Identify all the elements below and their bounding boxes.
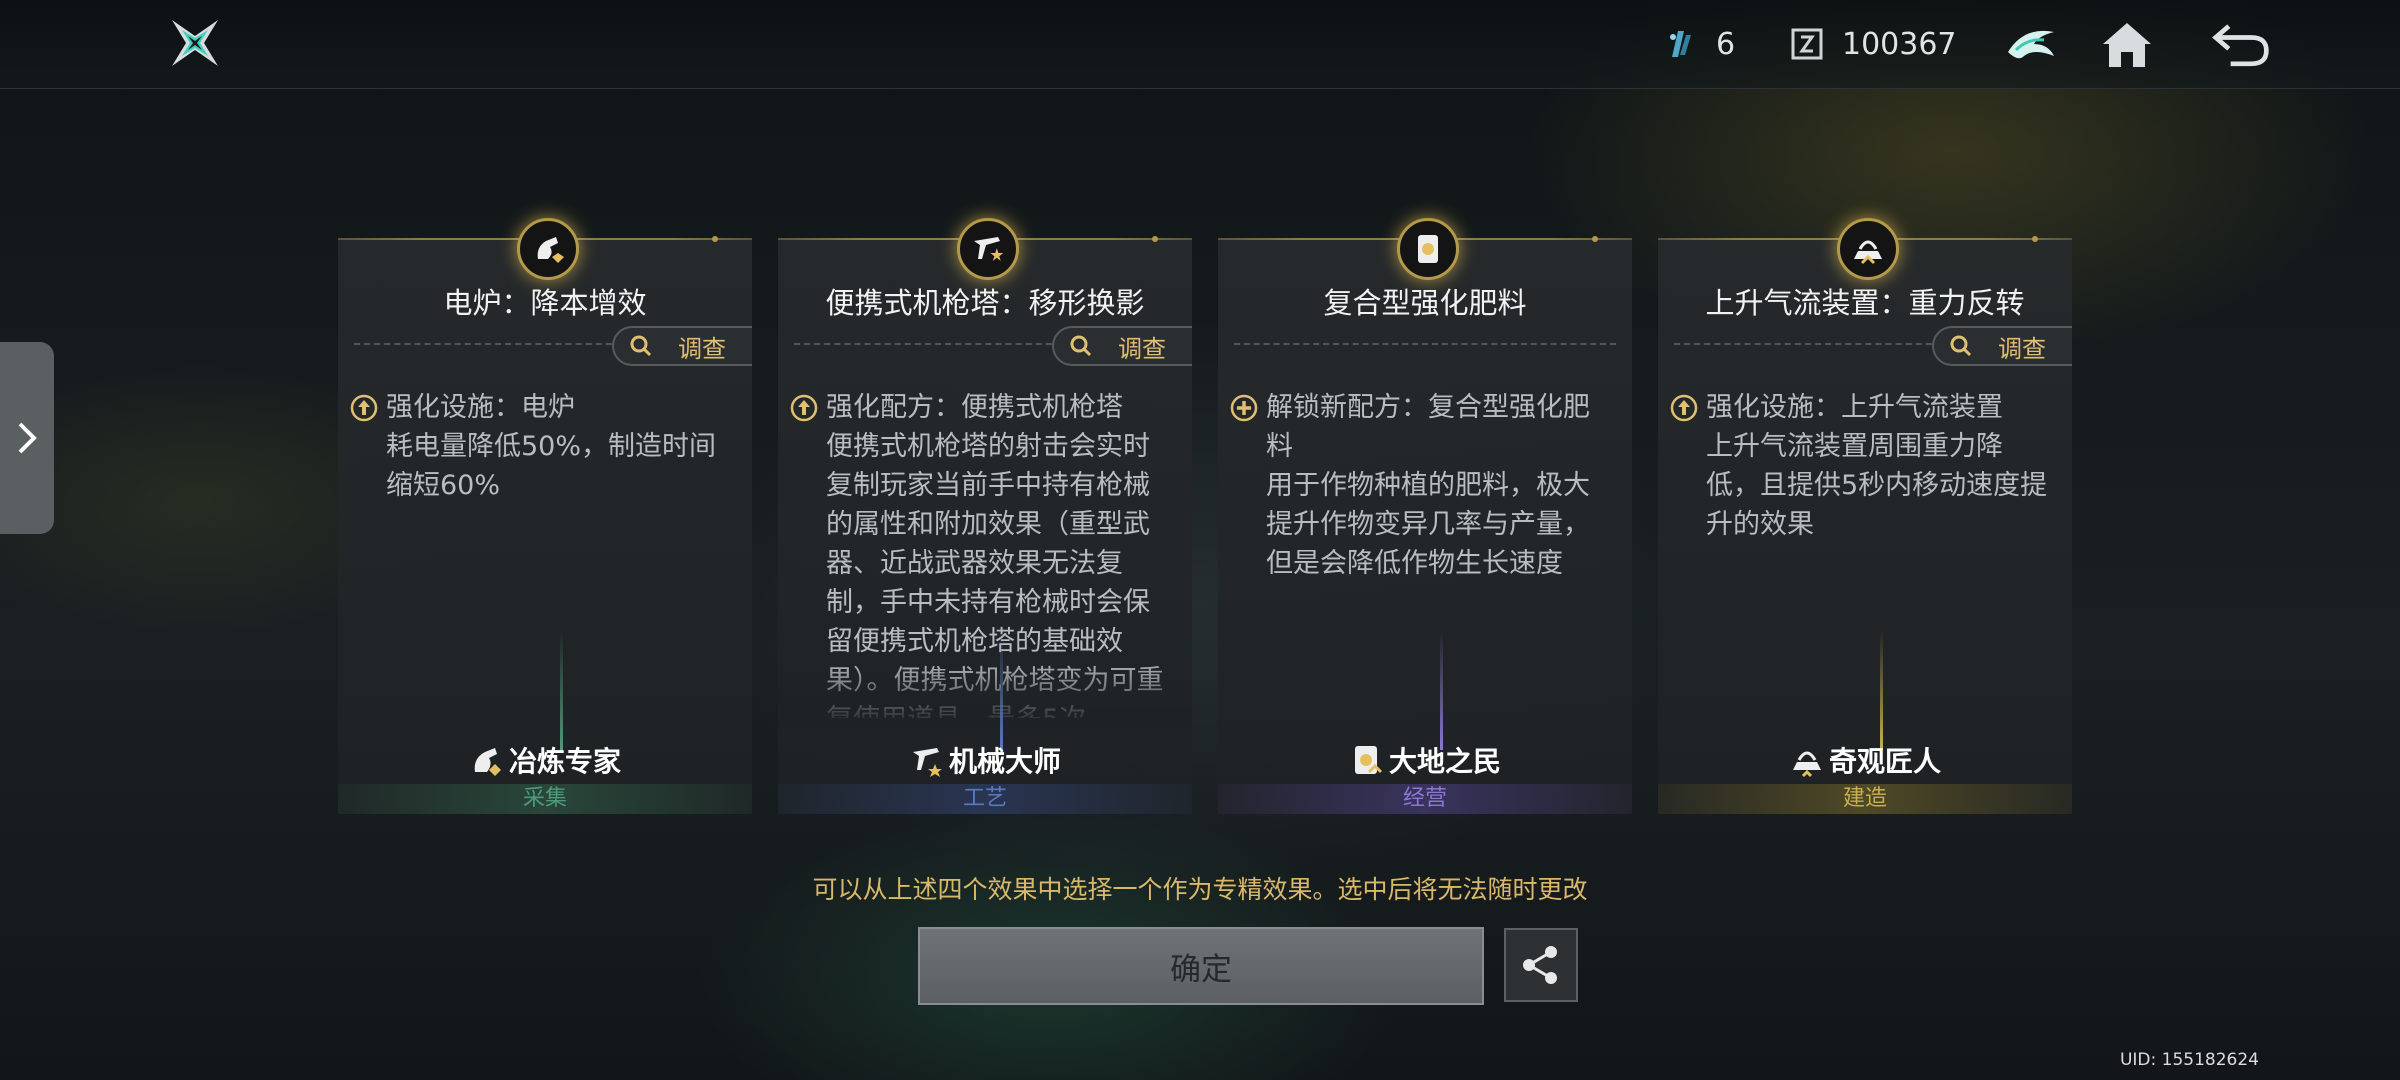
upgrade-icon xyxy=(1670,394,1698,422)
card-light-beam xyxy=(560,630,563,750)
text-fade xyxy=(778,658,1192,728)
confirm-button[interactable]: 确定 xyxy=(918,927,1484,1005)
specialization-card-crafting[interactable]: 便携式机枪塔：移形换影 调查 强化配方：便携式机枪塔 便携式机枪塔的射击会实时复… xyxy=(778,218,1192,814)
role-name: 奇观匠人 xyxy=(1828,745,1941,778)
category-label: 工艺 xyxy=(778,784,1192,814)
category-label: 建造 xyxy=(1658,784,2072,814)
investigate-label: 调查 xyxy=(1118,334,1166,363)
card-effect: 强化设施：电炉 耗电量降低50%，制造时间缩短60% xyxy=(350,388,736,718)
role-label: 奇观匠人 xyxy=(1658,740,2072,780)
category-label: 经营 xyxy=(1218,784,1632,814)
card-light-beam xyxy=(1000,630,1003,750)
card-divider xyxy=(354,343,632,345)
card-title: 便携式机枪塔：移形换影 xyxy=(825,286,1145,320)
card-title: 复合型强化肥料 xyxy=(1323,286,1527,320)
effect-line-2: 上升气流装置周围重力降低，且提供5秒内移动速度提升的效果 xyxy=(1706,431,2048,540)
game-logo-icon[interactable] xyxy=(168,16,222,70)
search-icon xyxy=(1950,335,1972,357)
selection-notice: 可以从上述四个效果中选择一个作为专精效果。选中后将无法随时更改 xyxy=(812,875,1588,904)
effect-line-1: 强化设施：电炉 xyxy=(386,392,575,423)
investigate-button[interactable]: 调查 xyxy=(1932,326,2072,366)
effect-line-1: 强化设施：上升气流装置 xyxy=(1706,392,2003,423)
card-decor-dot xyxy=(1592,236,1598,242)
card-decor-dot xyxy=(712,236,718,242)
currency-icon xyxy=(1790,27,1824,61)
user-id: UID: 155182624 xyxy=(2119,1050,2259,1070)
emblem-icon[interactable] xyxy=(2000,14,2062,76)
upgrade-icon xyxy=(790,394,818,422)
card-light-beam xyxy=(1440,630,1443,750)
earth-folk-icon xyxy=(1354,746,1383,774)
updraft-badge-icon xyxy=(1837,218,1899,280)
effect-line-1: 强化配方：便携式机枪塔 xyxy=(826,392,1123,423)
card-divider xyxy=(1234,343,1616,345)
role-label: 大地之民 xyxy=(1218,740,1632,780)
share-button[interactable] xyxy=(1504,928,1578,1002)
card-decor-dot xyxy=(1152,236,1158,242)
furnace-badge-icon xyxy=(517,218,579,280)
role-name: 大地之民 xyxy=(1388,745,1501,778)
investigate-button[interactable]: 调查 xyxy=(612,326,752,366)
currency-counter: 100367 xyxy=(1790,22,1957,66)
crystal-count: 6 xyxy=(1716,26,1736,62)
card-divider xyxy=(1674,343,1952,345)
unlock-plus-icon xyxy=(1230,394,1258,422)
crystal-icon xyxy=(1664,27,1698,61)
upgrade-icon xyxy=(350,394,378,422)
effect-line-1: 解锁新配方：复合型强化肥料 xyxy=(1266,392,1590,462)
chevron-right-icon xyxy=(18,422,37,454)
side-expand-tab[interactable] xyxy=(0,342,54,534)
role-label: 冶炼专家 xyxy=(338,740,752,780)
investigate-button[interactable]: 调查 xyxy=(1052,326,1192,366)
wonder-artisan-icon xyxy=(1792,751,1821,778)
back-arrow-icon[interactable] xyxy=(2210,14,2272,76)
home-icon[interactable] xyxy=(2096,14,2158,76)
effect-line-2: 耗电量降低50%，制造时间缩短60% xyxy=(386,431,717,501)
card-title: 电炉：降本增效 xyxy=(443,286,647,320)
card-light-beam xyxy=(1880,630,1883,750)
effect-line-2: 用于作物种植的肥料，极大提升作物变异几率与产量，但是会降低作物生长速度 xyxy=(1266,470,1590,579)
currency-count: 100367 xyxy=(1842,26,1957,62)
crystal-counter: 6 xyxy=(1664,22,1735,66)
share-icon xyxy=(1523,946,1557,984)
investigate-label: 调查 xyxy=(678,334,726,363)
smelting-expert-icon xyxy=(474,748,501,776)
card-effect: 解锁新配方：复合型强化肥料 用于作物种植的肥料，极大提升作物变异几率与产量，但是… xyxy=(1230,388,1616,718)
category-label: 采集 xyxy=(338,784,752,814)
role-label: 机械大师 xyxy=(778,740,1192,780)
specialization-card-management[interactable]: 复合型强化肥料 解锁新配方：复合型强化肥料 用于作物种植的肥料，极大提升作物变异… xyxy=(1218,218,1632,814)
card-effect: 强化设施：上升气流装置 上升气流装置周围重力降低，且提供5秒内移动速度提升的效果 xyxy=(1670,388,2056,718)
mechanic-master-icon xyxy=(912,748,942,777)
search-icon xyxy=(1070,335,1092,357)
role-name: 机械大师 xyxy=(948,745,1061,778)
specialization-card-smelting[interactable]: 电炉：降本增效 调查 强化设施：电炉 耗电量降低50%，制造时间缩短60% 冶炼… xyxy=(338,218,752,814)
top-bar: 6 100367 xyxy=(0,0,2400,89)
card-title: 上升气流装置：重力反转 xyxy=(1705,286,2025,320)
search-icon xyxy=(630,335,652,357)
card-divider xyxy=(794,343,1072,345)
turret-badge-icon xyxy=(957,218,1019,280)
specialization-card-building[interactable]: 上升气流装置：重力反转 调查 强化设施：上升气流装置 上升气流装置周围重力降低，… xyxy=(1658,218,2072,814)
role-name: 冶炼专家 xyxy=(508,745,621,778)
fertilizer-badge-icon xyxy=(1397,218,1459,280)
investigate-label: 调查 xyxy=(1998,334,2046,363)
card-decor-dot xyxy=(2032,236,2038,242)
